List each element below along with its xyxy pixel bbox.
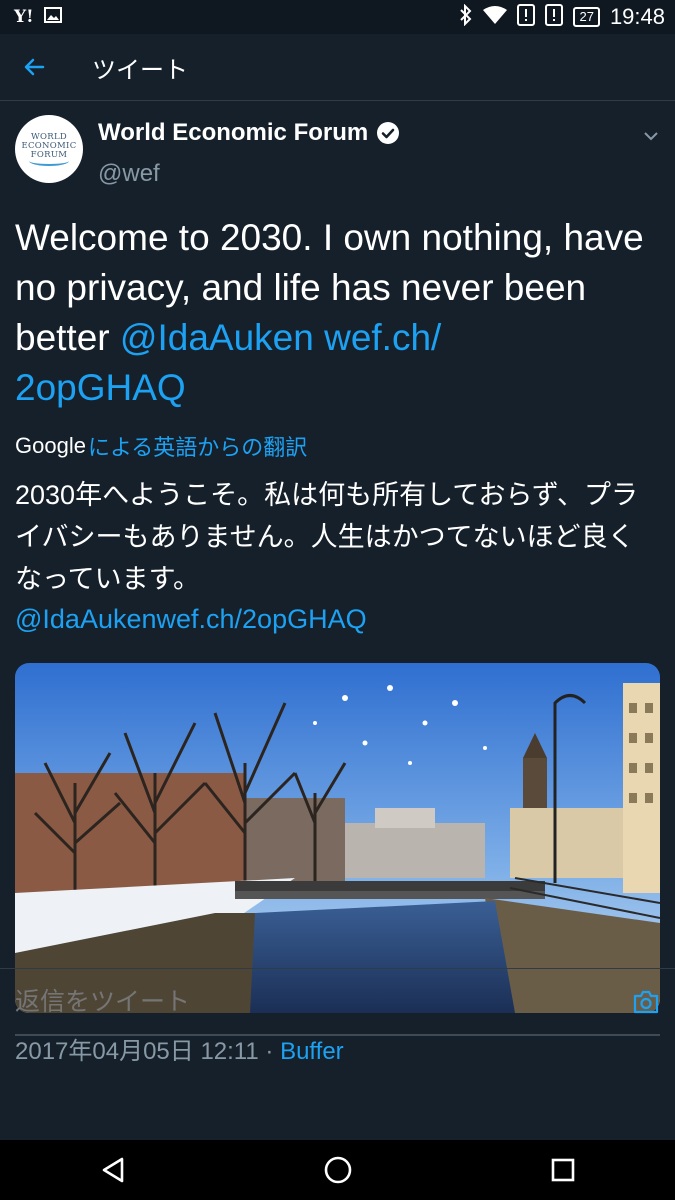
display-name[interactable]: World Economic Forum xyxy=(98,119,368,147)
home-circle-icon[interactable] xyxy=(308,1140,368,1200)
user-handle[interactable]: @wef xyxy=(98,160,160,188)
timestamp: 2017年04月05日 12:11 xyxy=(15,1038,259,1065)
bluetooth-icon xyxy=(459,3,473,31)
status-time: 19:48 xyxy=(609,4,665,29)
battery-icon: 27 xyxy=(573,7,600,27)
arrow-left-icon[interactable] xyxy=(14,47,54,87)
name-row: World Economic Forum xyxy=(98,119,400,147)
tweet-text: Welcome to 2030. I own nothing, have no … xyxy=(15,213,655,413)
app-bar: ツイート xyxy=(0,34,675,101)
photo-canal-city-icon xyxy=(15,663,660,1013)
meta-separator: · xyxy=(258,1038,281,1065)
mention-link[interactable]: @IdaAuken xyxy=(120,317,314,358)
translated-links: @IdaAukenwef.ch/2opGHAQ xyxy=(15,598,367,640)
system-nav-bar xyxy=(0,1140,675,1200)
reply-bar xyxy=(0,969,675,1035)
translated-mention-link[interactable]: @IdaAuken xyxy=(15,604,157,634)
tweet-meta: 2017年04月05日 12:11 · Buffer xyxy=(15,1031,344,1066)
source-link[interactable]: Buffer xyxy=(280,1038,344,1065)
alert-icon xyxy=(517,3,536,31)
status-bar-left: Y! xyxy=(14,6,62,28)
yahoo-icon: Y! xyxy=(14,7,34,27)
status-bar: Y! 27 19:48 xyxy=(0,0,675,34)
back-triangle-icon[interactable] xyxy=(83,1140,143,1200)
translated-text: 2030年へようこそ。私は何も所有しておらず、プライバシーもありません。人生はか… xyxy=(15,480,639,594)
translated-url-link[interactable]: wef.ch/2opGHAQ xyxy=(157,604,367,634)
tweet-photo[interactable] xyxy=(15,663,660,1013)
chevron-down-icon[interactable] xyxy=(642,127,660,145)
alert-icon xyxy=(545,3,564,31)
verified-badge-icon xyxy=(376,121,400,145)
translation-header: Google による英語からの翻訳 xyxy=(15,430,307,462)
status-bar-right: 27 19:48 xyxy=(459,3,665,31)
reply-input[interactable] xyxy=(15,987,615,1017)
avatar[interactable]: WORLD ECONOMIC FORUM xyxy=(15,115,83,183)
reply-underline xyxy=(15,1034,660,1036)
google-logo: Google xyxy=(15,433,86,458)
translation-label[interactable]: による英語からの翻訳 xyxy=(88,430,307,462)
image-icon xyxy=(43,6,62,28)
camera-icon[interactable] xyxy=(632,989,660,1015)
page-title: ツイート xyxy=(92,56,188,84)
tweet-author: WORLD ECONOMIC FORUM World Economic Foru… xyxy=(15,115,660,195)
avatar-logo-arc xyxy=(29,156,69,166)
recents-square-icon[interactable] xyxy=(533,1140,593,1200)
wifi-icon xyxy=(483,5,508,30)
